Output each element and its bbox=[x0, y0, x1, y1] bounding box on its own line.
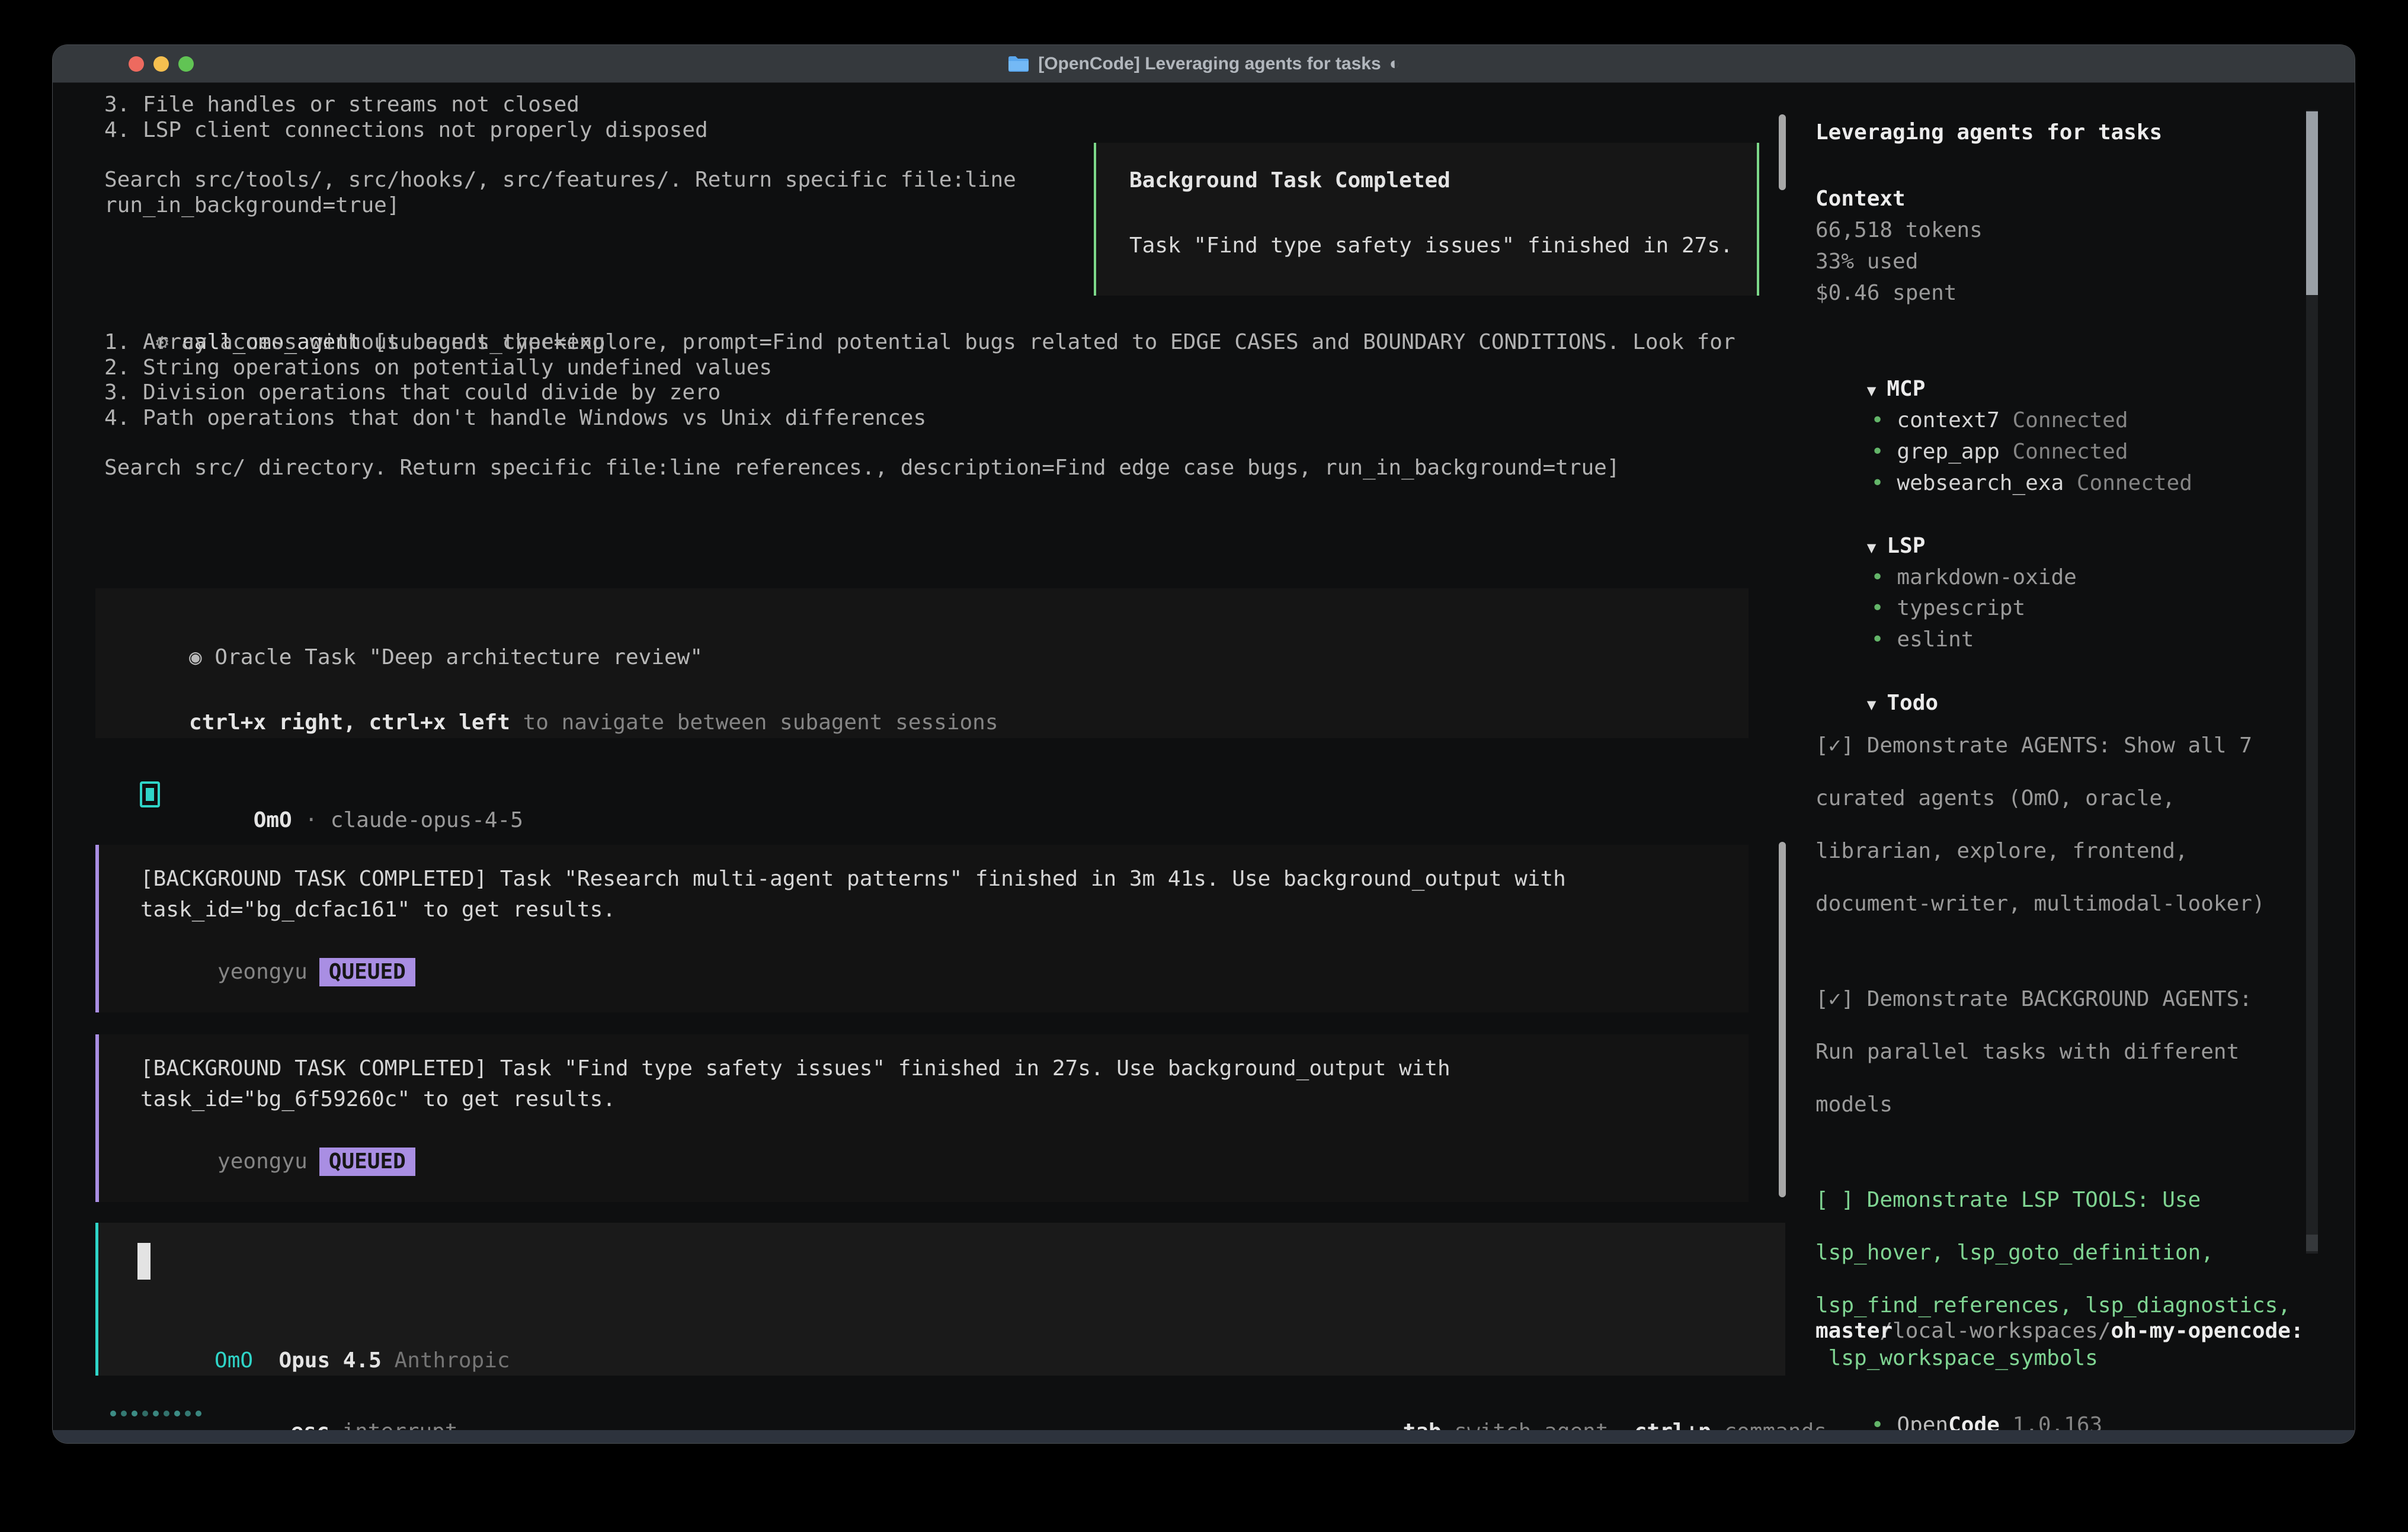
oracle-hint-line: ctrl+x right, ctrl+x left to navigate be… bbox=[112, 684, 998, 710]
spinner-dots bbox=[110, 1400, 206, 1426]
workspace-path-dim: ~/local-workspaces/ bbox=[1867, 1319, 2111, 1343]
opencode-version-row: •OpenCode 1.0.163 bbox=[1820, 1378, 2102, 1409]
toast-title: Background Task Completed bbox=[1129, 168, 1450, 193]
sidebar-mcp-heading[interactable]: ▼MCP bbox=[1815, 342, 1925, 373]
status-dot-icon: • bbox=[1871, 471, 1884, 495]
tool-call-tail: Search src/ directory. Return specific f… bbox=[104, 455, 1620, 480]
tool-call-item: 1. Array access without bounds checking bbox=[104, 329, 605, 355]
mcp-item: •context7 Connected bbox=[1820, 373, 2128, 405]
chat-scrollback-line: 4. LSP client connections not properly d… bbox=[104, 117, 708, 143]
message-panel: [BACKGROUND TASK COMPLETED] Task "Find t… bbox=[95, 1034, 1749, 1202]
mcp-item: •websearch_exa Connected bbox=[1820, 436, 2192, 467]
sidebar-scrollbar-endcap bbox=[2306, 1235, 2318, 1251]
close-window-button[interactable] bbox=[129, 56, 144, 72]
mcp-item-name: websearch_exa bbox=[1897, 471, 2064, 495]
tool-call-item: 3. Division operations that could divide… bbox=[104, 380, 721, 405]
sidebar-todo-heading[interactable]: ▼Todo bbox=[1815, 656, 1938, 687]
statusbar-right: tab switch agent ctrl+p commands bbox=[1352, 1393, 1827, 1419]
mcp-item-status: Connected bbox=[2077, 471, 2192, 495]
oracle-task-panel[interactable]: ◉ Oracle Task "Deep architecture review"… bbox=[95, 588, 1749, 738]
maximize-window-button[interactable] bbox=[178, 56, 194, 72]
tool-call-item: 4. Path operations that don't handle Win… bbox=[104, 405, 926, 431]
message-author: yeongyu bbox=[217, 1149, 308, 1174]
oracle-hint-keys: ctrl+x right, ctrl+x left bbox=[189, 710, 510, 735]
text-cursor bbox=[137, 1243, 150, 1280]
message-line: task_id="bg_6f59260c" to get results. bbox=[140, 1086, 616, 1112]
context-used: 33% used bbox=[1815, 246, 1918, 277]
agent-name: OmO bbox=[254, 808, 292, 832]
chat-scrollbar-thumb[interactable] bbox=[1779, 842, 1786, 1197]
window-title: [OpenCode] Leveraging agents for tasks bbox=[1038, 54, 1381, 74]
workspace-branch: master bbox=[1815, 1315, 1893, 1347]
message-line: [BACKGROUND TASK COMPLETED] Task "Find t… bbox=[140, 1056, 1450, 1081]
oracle-icon: ◉ bbox=[189, 645, 202, 669]
separator-dot bbox=[292, 808, 305, 832]
oracle-task-title: Oracle Task "Deep architecture review" bbox=[214, 645, 703, 669]
chat-scrollback-line: Search src/tools/, src/hooks/, src/featu… bbox=[104, 167, 1016, 193]
context-tokens: 66,518 tokens bbox=[1815, 214, 1983, 246]
oracle-hint-text: to navigate between subagent sessions bbox=[510, 710, 998, 735]
message-author-row: yeongyuQUEUED bbox=[140, 1122, 415, 1148]
window-title-group: [OpenCode] Leveraging agents for tasks ◐ bbox=[1007, 54, 1400, 74]
prompt-input[interactable]: OmO Opus 4.5 Anthropic bbox=[95, 1223, 1785, 1376]
chat-scrollback-line: 3. File handles or streams not closed bbox=[104, 92, 579, 117]
queued-status-badge: QUEUED bbox=[319, 958, 415, 986]
minimize-window-button[interactable] bbox=[153, 56, 169, 72]
todo-item-done: [✓] Demonstrate BACKGROUND AGENTS: Run p… bbox=[1815, 962, 2319, 1142]
lsp-item: •eslint bbox=[1820, 592, 1974, 624]
chat-scrollbar-thumb-top[interactable] bbox=[1779, 114, 1786, 190]
chat-scrollback-line: run_in_background=true] bbox=[104, 193, 400, 218]
agent-model: claude-opus-4-5 bbox=[331, 808, 523, 832]
lsp-item-name: eslint bbox=[1897, 627, 1974, 652]
sidebar-context-heading: Context bbox=[1815, 183, 1906, 214]
todo-item-active: [ ] Demonstrate LSP TOOLS: Use lsp_hover… bbox=[1815, 1163, 2319, 1395]
agent-omo-icon bbox=[140, 781, 160, 807]
sidebar-lsp-heading[interactable]: ▼LSP bbox=[1815, 499, 1925, 530]
toast-body: Task "Find type safety issues" finished … bbox=[1129, 233, 1733, 258]
message-panel: [BACKGROUND TASK COMPLETED] Task "Resear… bbox=[95, 845, 1749, 1012]
message-author-row: yeongyuQUEUED bbox=[140, 932, 415, 958]
agent-header: OmO · claude-opus-4-5 bbox=[202, 782, 523, 807]
window-bottom-strip bbox=[53, 1430, 2355, 1443]
session-half-circle-icon: ◐ bbox=[1389, 54, 1400, 74]
lsp-item: •markdown-oxide bbox=[1820, 530, 2077, 562]
lsp-item: •typescript bbox=[1820, 561, 2025, 592]
folder-icon bbox=[1007, 55, 1030, 73]
input-model-row: OmO Opus 4.5 Anthropic bbox=[137, 1322, 510, 1348]
statusbar-left: esc interrupt bbox=[239, 1393, 458, 1419]
input-provider-name: Anthropic bbox=[395, 1348, 510, 1373]
terminal-window: [OpenCode] Leveraging agents for tasks ◐… bbox=[52, 44, 2355, 1444]
todo-item-done: [✓] Demonstrate AGENTS: Show all 7 curat… bbox=[1815, 709, 2319, 941]
workspace-path: ~/local-workspaces/oh-my-opencode: bbox=[1815, 1284, 2304, 1315]
title-bar: [OpenCode] Leveraging agents for tasks ◐ bbox=[53, 45, 2355, 83]
tool-call-item: 2. String operations on potentially unde… bbox=[104, 355, 772, 380]
mcp-item: •grep_app Connected bbox=[1820, 405, 2128, 436]
sidebar-session-title: Leveraging agents for tasks bbox=[1815, 117, 2162, 148]
workspace-path-bold: oh-my-opencode: bbox=[2111, 1319, 2304, 1343]
separator-dot: · bbox=[305, 808, 318, 832]
status-dot-icon: • bbox=[1871, 627, 1884, 652]
message-line: task_id="bg_dcfac161" to get results. bbox=[140, 897, 616, 922]
tool-call-line: ⚙ call_omo_agent [subagent_type=explore,… bbox=[104, 304, 1735, 329]
message-line: [BACKGROUND TASK COMPLETED] Task "Resear… bbox=[140, 866, 1566, 892]
input-model-name[interactable]: Opus 4.5 bbox=[278, 1348, 381, 1373]
queued-status-badge: QUEUED bbox=[319, 1148, 415, 1176]
background-task-toast[interactable]: Background Task Completed Task "Find typ… bbox=[1094, 143, 1759, 296]
context-spent: $0.46 spent bbox=[1815, 277, 1956, 309]
input-agent-name[interactable]: OmO bbox=[214, 1348, 253, 1373]
oracle-task-title-line: ◉ Oracle Task "Deep architecture review" bbox=[112, 619, 703, 645]
message-author: yeongyu bbox=[217, 960, 308, 984]
sidebar-scrollbar-thumb[interactable] bbox=[2306, 111, 2318, 295]
